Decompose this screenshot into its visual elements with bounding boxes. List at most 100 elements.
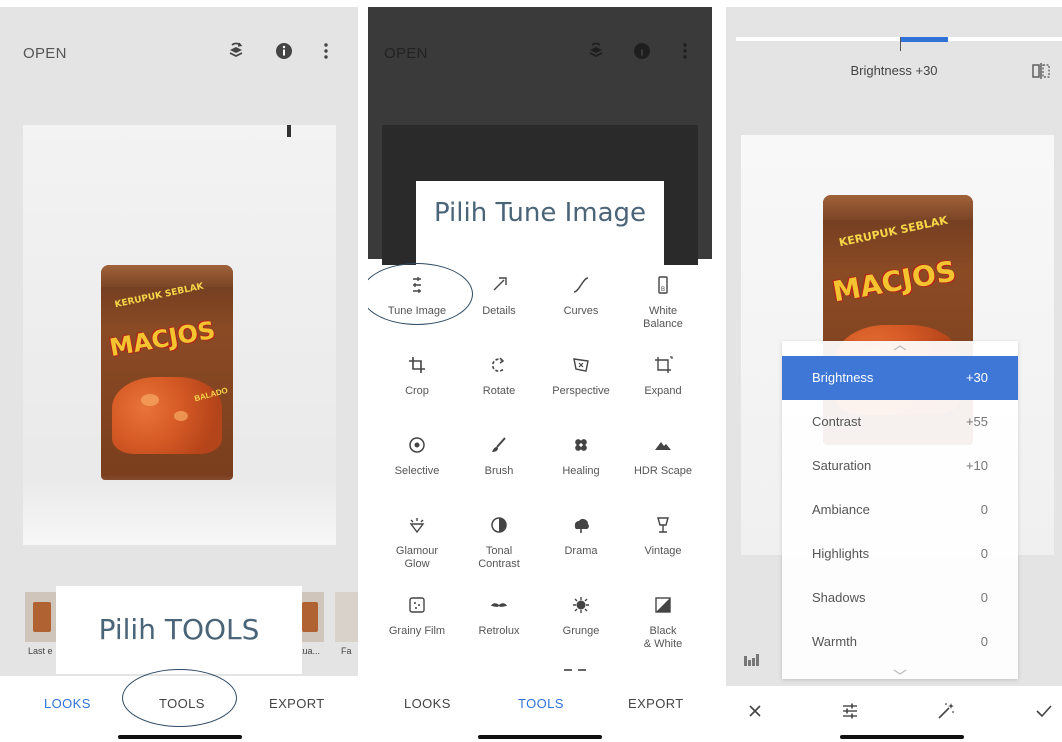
crop-icon <box>409 357 425 373</box>
home-indicator <box>478 735 602 739</box>
look-thumbnail[interactable] <box>25 592 59 642</box>
adjustment-ambiance[interactable]: Ambiance 0 <box>782 488 1018 532</box>
grunge-icon <box>573 597 589 613</box>
tools-menu-panel: OPEN Tune Image Details Curves B White Balan… <box>368 7 712 742</box>
tool-white-balance[interactable]: B White Balance <box>620 265 706 335</box>
home-indicator <box>118 735 242 739</box>
callout-pilih-tools: Pilih TOOLS <box>56 586 302 674</box>
adjustment-value: 0 <box>980 546 988 561</box>
svg-text:B: B <box>661 287 665 293</box>
tool-drama[interactable]: Drama <box>538 505 624 575</box>
bag-zip <box>101 265 233 287</box>
adjustment-contrast[interactable]: Contrast +55 <box>782 400 1018 444</box>
curves-icon <box>573 277 589 293</box>
nav-export[interactable]: EXPORT <box>628 696 684 711</box>
adjustment-value: 0 <box>980 590 988 605</box>
adjustment-value: 0 <box>980 634 988 649</box>
chip-highlight <box>173 411 188 422</box>
brand-main-text: MACJOS <box>830 254 959 309</box>
main-screen-panel: OPEN KERUPUK SEBLAK MACJOS BALADO Last e… <box>0 7 358 742</box>
adjustment-name: Brightness <box>812 370 874 385</box>
thumb-bag <box>33 602 51 632</box>
adjustment-value: 0 <box>980 502 988 517</box>
adjustment-value: +10 <box>965 458 988 473</box>
adjustment-name: Saturation <box>812 458 872 473</box>
adjustment-brightness[interactable]: Brightness +30 <box>782 356 1018 400</box>
tool-crop[interactable]: Crop <box>374 345 460 415</box>
more-vertical-icon[interactable] <box>316 41 336 61</box>
tool-rotate[interactable]: Rotate <box>456 345 542 415</box>
glamour-glow-icon <box>409 518 425 534</box>
compare-icon[interactable] <box>1032 63 1050 79</box>
product-photo: KERUPUK SEBLAK MACJOS BALADO <box>23 125 336 545</box>
checkmark-icon[interactable] <box>1034 701 1054 721</box>
expand-icon <box>655 356 673 373</box>
adjustment-name: Shadows <box>812 590 866 605</box>
auto-wand-icon[interactable] <box>936 701 956 721</box>
tool-healing[interactable]: Healing <box>538 425 624 495</box>
tool-grunge[interactable]: Grunge <box>538 585 624 655</box>
nav-looks[interactable]: LOOKS <box>44 696 91 711</box>
tool-vintage[interactable]: Vintage <box>620 505 706 575</box>
layers-undo-icon[interactable] <box>226 41 246 61</box>
tool-curves[interactable]: Curves <box>538 265 624 335</box>
adjustment-warmth[interactable]: Warmth 0 <box>782 620 1018 664</box>
look-caption: Last e <box>28 646 53 656</box>
more-vertical-icon <box>683 43 687 59</box>
chevron-up-icon <box>893 345 907 351</box>
tool-grainy-film[interactable]: Grainy Film <box>374 585 460 655</box>
tool-selective[interactable]: Selective <box>374 425 460 495</box>
tool-perspective[interactable]: Perspective <box>538 345 624 415</box>
tool-black-white[interactable]: Black & White <box>620 585 706 655</box>
healing-icon <box>575 439 587 451</box>
black-white-icon <box>655 597 671 613</box>
adjustment-highlights[interactable]: Highlights 0 <box>782 532 1018 576</box>
tool-retrolux[interactable]: Retrolux <box>456 585 542 655</box>
nav-looks[interactable]: LOOKS <box>404 696 451 711</box>
adjustment-name: Contrast <box>812 414 862 429</box>
tool-brush[interactable]: Brush <box>456 425 542 495</box>
look-thumbnail[interactable] <box>335 592 358 642</box>
grainy-film-icon <box>409 597 425 613</box>
nav-export[interactable]: EXPORT <box>269 696 325 711</box>
tool-hdr-scape[interactable]: HDR Scape <box>620 425 706 495</box>
adjustment-list: Brightness +30 Contrast +55 Saturation +10 Amb… <box>782 341 1018 679</box>
tool-label: Tonal Contrast <box>478 545 520 570</box>
callout-pilih-tune-image: Pilih Tune Image <box>416 181 664 271</box>
tool-label: Drama <box>564 545 598 557</box>
photo-floor <box>23 475 336 545</box>
tool-glamour-glow[interactable]: Glamour Glow <box>374 505 460 575</box>
adjustment-name: Ambiance <box>812 502 870 517</box>
slider-center-tick <box>900 37 901 51</box>
tool-tonal-contrast[interactable]: Tonal Contrast <box>456 505 542 575</box>
tool-label: Details <box>482 305 516 317</box>
product-bag: KERUPUK SEBLAK MACJOS BALADO <box>101 265 233 480</box>
close-icon[interactable] <box>745 701 765 721</box>
bottom-nav: LOOKS TOOLS EXPORT <box>368 676 712 742</box>
chip-highlight <box>140 394 159 406</box>
info-icon <box>634 43 650 59</box>
bag-zip <box>823 195 973 220</box>
retrolux-icon <box>491 603 507 607</box>
perspective-icon <box>573 358 589 372</box>
tool-expand[interactable]: Expand <box>620 345 706 415</box>
hdr-scape-icon <box>655 442 671 450</box>
histogram-icon[interactable] <box>744 652 762 666</box>
tool-label: Grunge <box>562 625 600 637</box>
tool-label: Glamour Glow <box>395 545 439 570</box>
tool-label: Brush <box>484 465 514 477</box>
tool-label: White Balance <box>643 305 683 330</box>
info-icon[interactable] <box>274 41 294 61</box>
adjustment-value: +55 <box>965 414 988 429</box>
top-bar: OPEN <box>0 7 358 97</box>
adjustment-shadows[interactable]: Shadows 0 <box>782 576 1018 620</box>
open-button[interactable]: OPEN <box>23 45 67 62</box>
layers-undo-icon <box>589 42 603 58</box>
white-balance-icon: B <box>658 276 668 294</box>
adjustment-slider-track[interactable] <box>736 37 1062 41</box>
adjust-sliders-icon[interactable] <box>840 701 860 721</box>
nav-tools[interactable]: TOOLS <box>518 696 564 711</box>
tool-label: Rotate <box>482 385 516 397</box>
tool-label: Grainy Film <box>388 625 446 637</box>
adjustment-saturation[interactable]: Saturation +10 <box>782 444 1018 488</box>
